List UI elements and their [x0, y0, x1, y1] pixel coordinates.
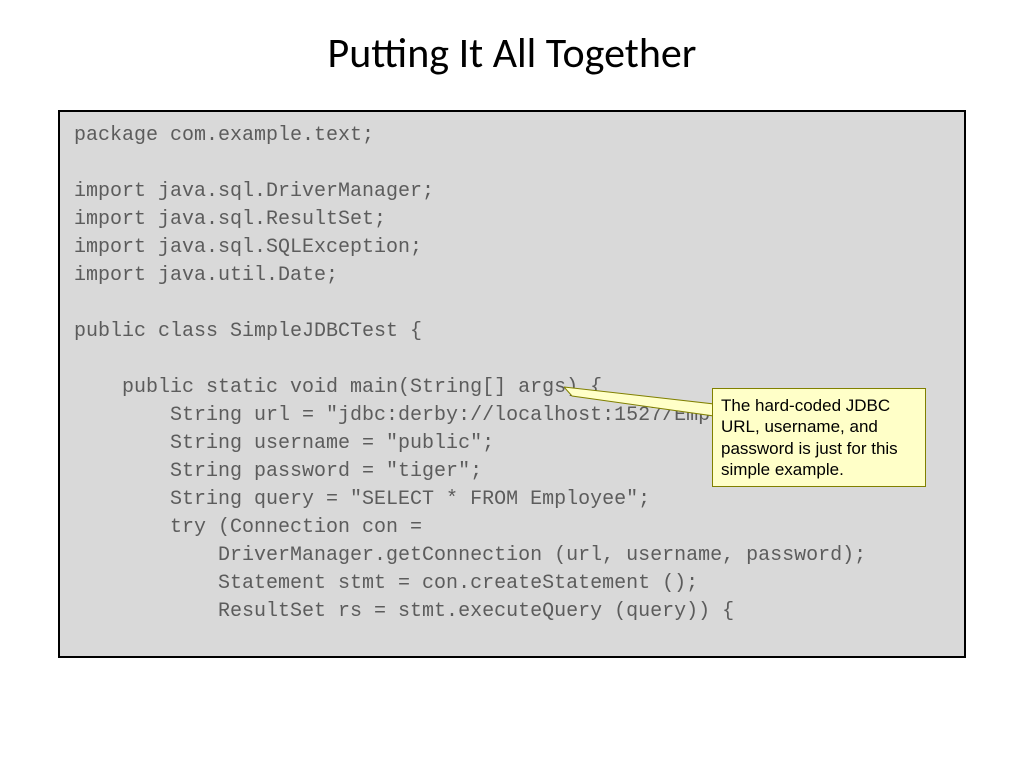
code-text: package com.example.text; import java.sq… — [74, 122, 950, 626]
callout-note: The hard-coded JDBC URL, username, and p… — [712, 388, 926, 487]
slide: Putting It All Together package com.exam… — [0, 0, 1024, 768]
code-block: package com.example.text; import java.sq… — [58, 110, 966, 658]
slide-title: Putting It All Together — [0, 0, 1024, 79]
